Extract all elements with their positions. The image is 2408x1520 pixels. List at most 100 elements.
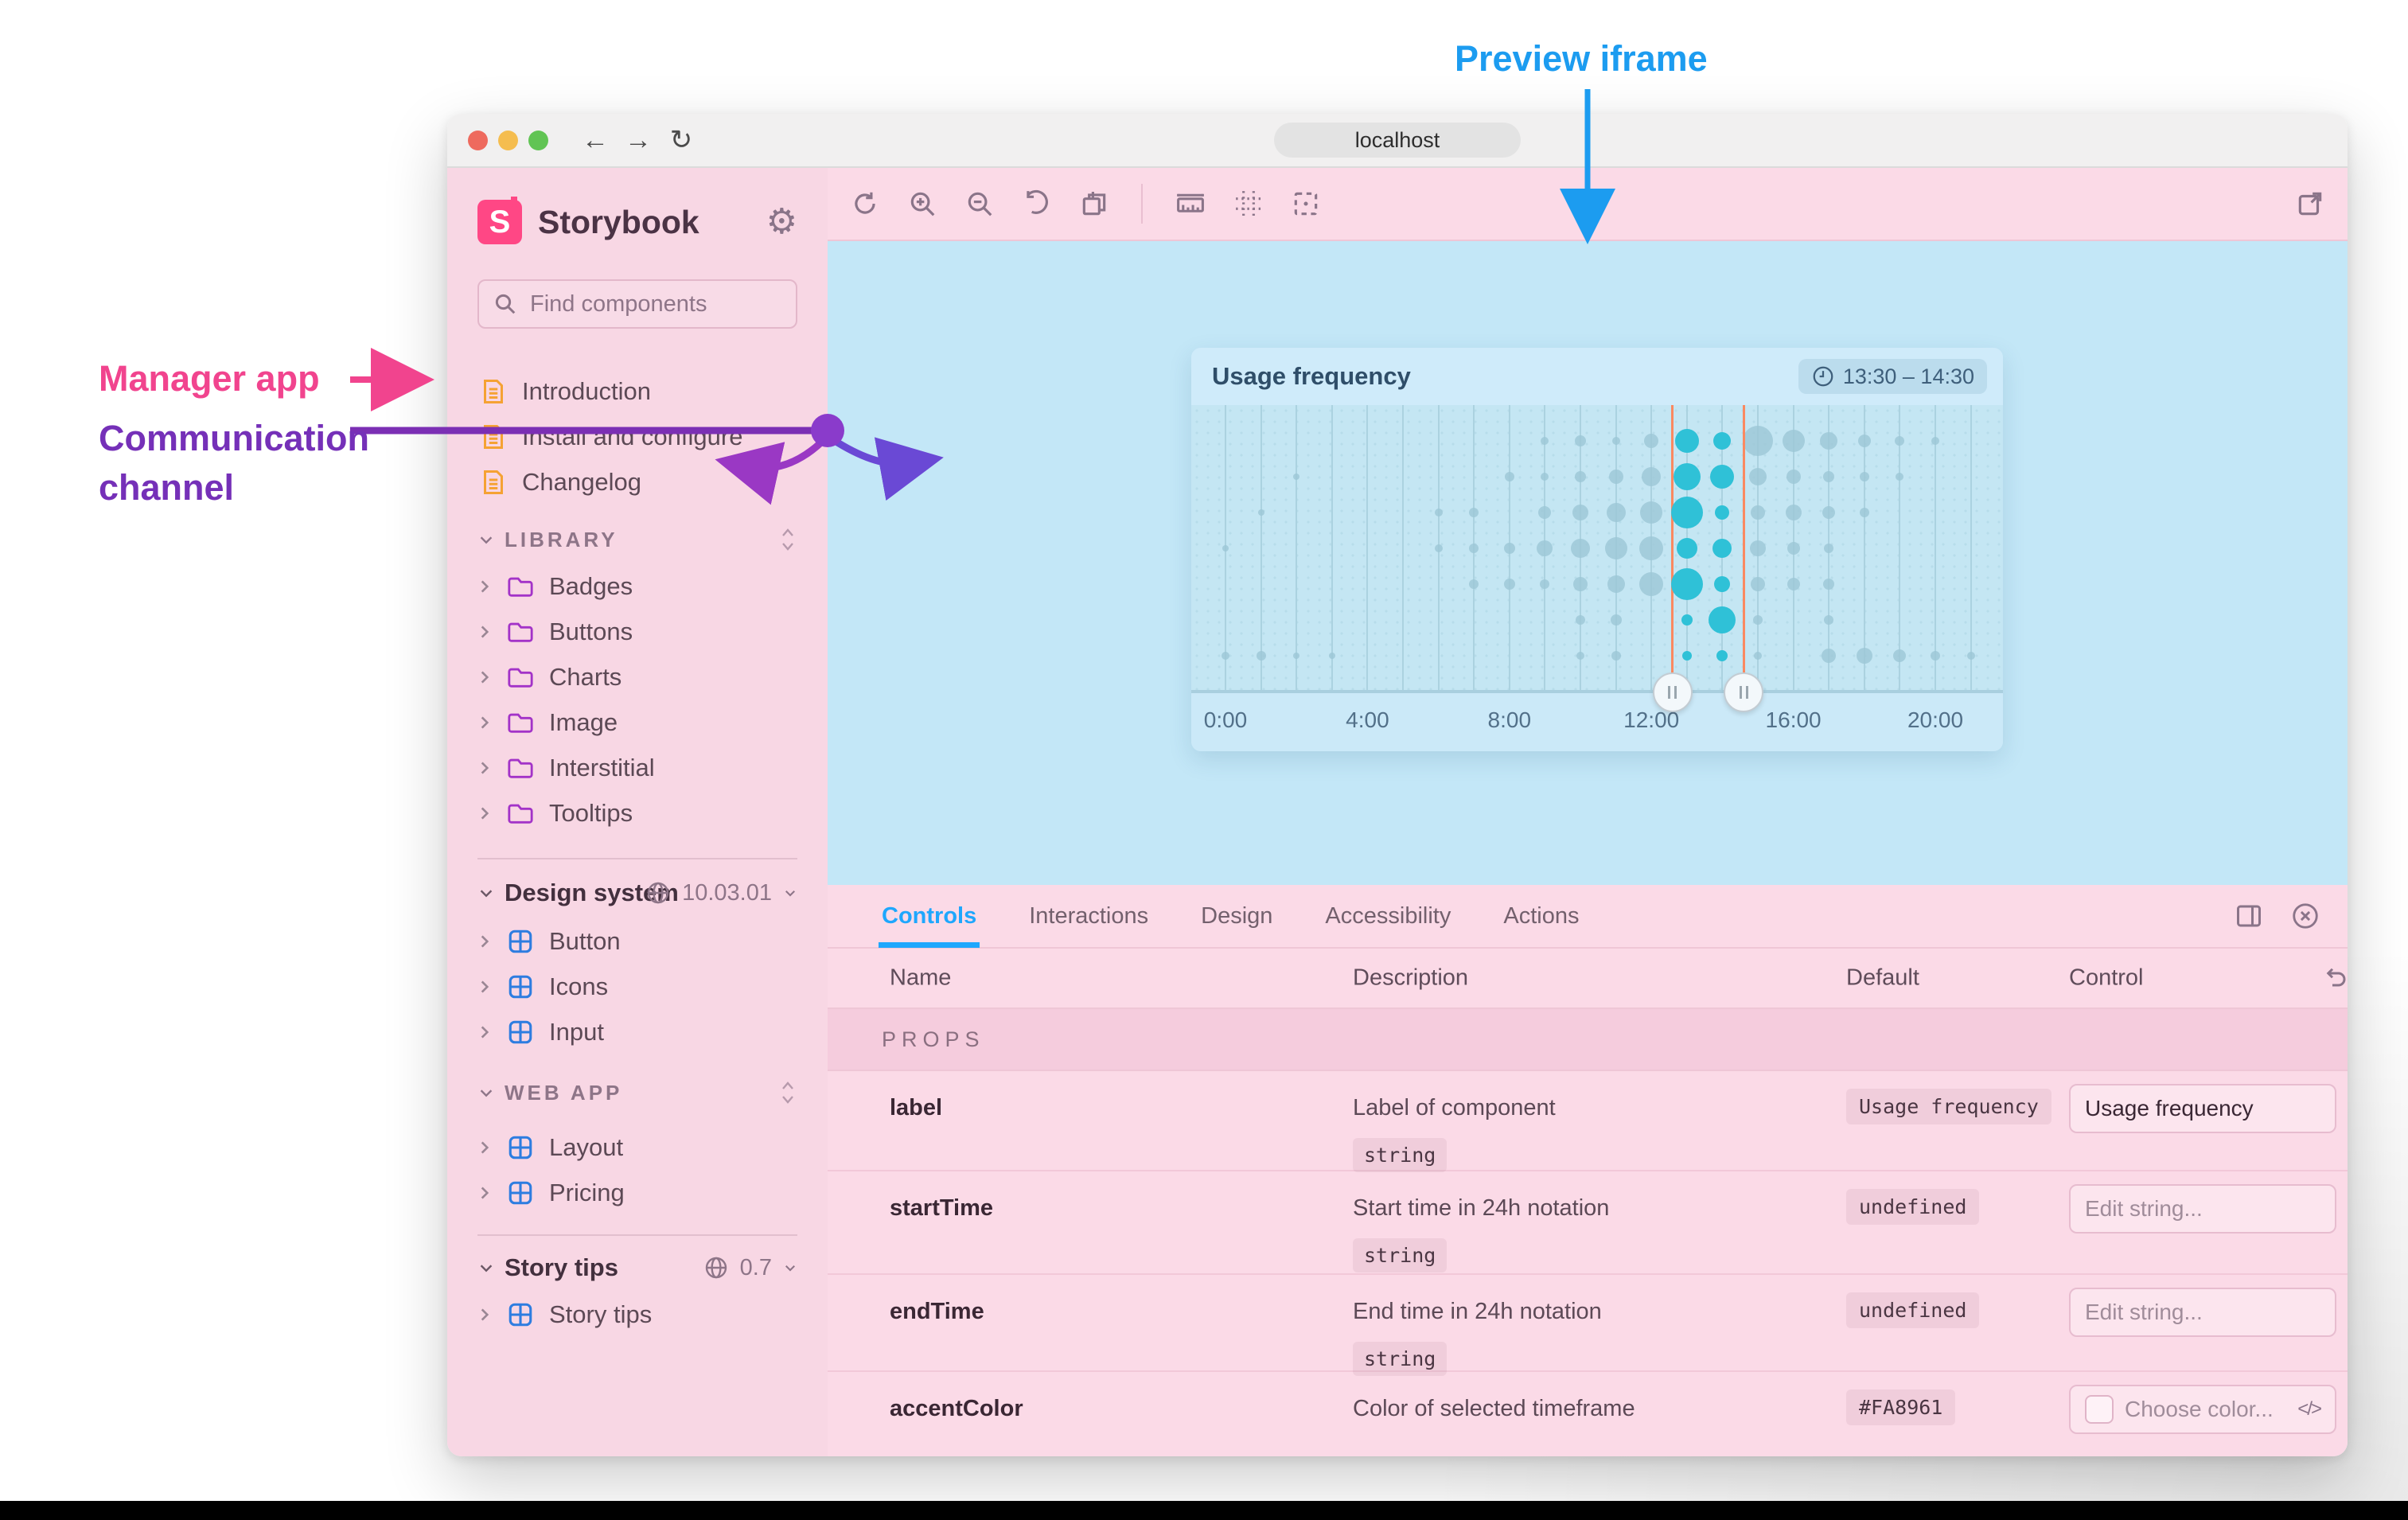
expand-icon[interactable]	[477, 714, 492, 731]
bubble	[1750, 540, 1766, 556]
minimize-window-button[interactable]	[498, 130, 518, 150]
story-tips-version[interactable]: 0.7	[740, 1255, 772, 1281]
sidebar-doc-item[interactable]: Changelog	[477, 459, 797, 505]
sidebar-web-app-item[interactable]: Layout	[477, 1124, 797, 1170]
grid-icon[interactable]	[1233, 189, 1264, 219]
bottom-black-bar	[0, 1501, 2408, 1520]
story-tips-header[interactable]: Story tips 0.7	[477, 1247, 797, 1288]
code-icon[interactable]: </>	[2297, 1398, 2322, 1421]
sidebar-design-system-item[interactable]: Icons	[477, 964, 797, 1009]
search-input[interactable]	[528, 290, 832, 318]
tab-accessibility[interactable]: Accessibility	[1325, 885, 1451, 947]
web-app-section-header[interactable]: WEB APP	[477, 1074, 797, 1112]
panel-tabs: Controls Interactions Design Accessibility A…	[828, 885, 2348, 949]
selection-end-handle[interactable]	[1724, 672, 1764, 712]
chart-gridline	[1260, 405, 1262, 690]
outline-icon[interactable]	[1291, 189, 1321, 219]
folder-icon	[505, 711, 536, 735]
forward-icon[interactable]: →	[623, 125, 653, 155]
design-system-header[interactable]: Design system 10.03.01	[477, 872, 797, 914]
tab-controls[interactable]: Controls	[878, 885, 980, 948]
time-range-text: 13:30 – 14:30	[1842, 364, 1974, 388]
text-control[interactable]: Usage frequency	[2069, 1084, 2336, 1133]
zoom-in-icon[interactable]	[907, 189, 937, 219]
sidebar-library-item[interactable]: Tooltips	[477, 790, 797, 836]
expand-icon[interactable]	[477, 1306, 492, 1323]
bubble	[1575, 471, 1586, 482]
expand-icon[interactable]	[477, 1023, 492, 1041]
bubble	[1503, 543, 1515, 554]
prop-description: End time in 24h notation	[1353, 1299, 1602, 1324]
expand-icon[interactable]	[477, 759, 492, 777]
back-icon[interactable]: ←	[580, 125, 610, 155]
bubble	[1293, 474, 1300, 480]
open-external-icon[interactable]	[2295, 189, 2325, 219]
sidebar-doc-item[interactable]: Install and configure	[477, 414, 797, 459]
zoom-reset-icon[interactable]	[1022, 189, 1052, 219]
bubble	[1751, 505, 1765, 520]
gear-icon[interactable]: ⚙	[766, 205, 797, 240]
expand-icon[interactable]	[477, 1184, 492, 1202]
folder-icon	[505, 575, 536, 598]
sidebar-library-item[interactable]: Interstitial	[477, 745, 797, 790]
folder-icon	[505, 756, 536, 780]
bubble	[1820, 432, 1838, 450]
reload-icon[interactable]: ↻	[666, 125, 696, 155]
prop-default-badge: Usage frequency	[1846, 1089, 2051, 1124]
ruler-icon[interactable]	[1175, 189, 1206, 219]
undo-icon[interactable]	[2320, 964, 2348, 992]
sidebar-library-label: Tooltips	[549, 798, 633, 827]
sidebar-library-item[interactable]: Badges	[477, 563, 797, 609]
bubble	[1537, 540, 1553, 556]
sidebar-library-item[interactable]: Charts	[477, 654, 797, 700]
color-swatch[interactable]	[2085, 1395, 2114, 1424]
library-section-header[interactable]: LIBRARY	[477, 522, 797, 557]
address-bar[interactable]: localhost	[1274, 123, 1521, 158]
axis-tick-label: 0:00	[1203, 707, 1248, 732]
tab-design[interactable]: Design	[1201, 885, 1272, 947]
search-box[interactable]: /	[477, 279, 838, 329]
prop-type-badge: string	[1353, 1342, 1448, 1376]
bubble-highlighted	[1715, 505, 1730, 520]
sidebar-web-app-item[interactable]: Pricing	[477, 1170, 797, 1215]
selection-start-line	[1671, 405, 1674, 690]
expand-icon[interactable]	[477, 978, 492, 996]
zoom-out-icon[interactable]	[964, 189, 995, 219]
expand-icon[interactable]	[477, 623, 492, 641]
tab-actions[interactable]: Actions	[1503, 885, 1579, 947]
sort-icon[interactable]	[778, 1079, 797, 1106]
maximize-window-button[interactable]	[528, 130, 548, 150]
sidebar-library-item[interactable]: Image	[477, 700, 797, 745]
sidebar-design-system-item[interactable]: Button	[477, 918, 797, 964]
chart-gridline	[1366, 405, 1369, 690]
selection-start-handle[interactable]	[1652, 672, 1693, 712]
sidebar-story-tips-item[interactable]: Story tips	[477, 1292, 797, 1337]
time-range-badge: 13:30 – 14:30	[1798, 359, 1987, 394]
annotation-communication-line1: Communication	[99, 418, 370, 458]
tab-interactions[interactable]: Interactions	[1029, 885, 1148, 947]
chart-axis: 0:00 4:00 8:00 12:00 16:00 20:00	[1191, 672, 2003, 751]
backgrounds-icon[interactable]	[1079, 189, 1109, 219]
chevron-down-icon[interactable]	[783, 1261, 797, 1275]
text-control[interactable]: Edit string...	[2069, 1184, 2336, 1234]
expand-icon[interactable]	[477, 1139, 492, 1156]
chevron-down-icon[interactable]	[783, 886, 797, 900]
expand-icon[interactable]	[477, 578, 492, 595]
text-control[interactable]: Edit string...	[2069, 1288, 2336, 1337]
bubble	[1896, 473, 1904, 481]
design-system-version[interactable]: 10.03.01	[682, 880, 772, 906]
storybook-logo-icon[interactable]: S	[477, 200, 522, 244]
remount-icon[interactable]	[850, 189, 880, 219]
close-window-button[interactable]	[468, 130, 488, 150]
sidebar-library-item[interactable]: Buttons	[477, 609, 797, 654]
sidebar-design-system-item[interactable]: Input	[477, 1009, 797, 1054]
color-control[interactable]: Choose color... </>	[2069, 1385, 2336, 1434]
expand-icon[interactable]	[477, 933, 492, 950]
bubble	[1753, 615, 1763, 625]
sidebar-doc-item[interactable]: Introduction	[477, 368, 797, 414]
sort-icon[interactable]	[778, 526, 797, 553]
panel-position-icon[interactable]	[2235, 902, 2263, 930]
close-icon[interactable]	[2290, 901, 2320, 931]
expand-icon[interactable]	[477, 668, 492, 686]
expand-icon[interactable]	[477, 805, 492, 822]
